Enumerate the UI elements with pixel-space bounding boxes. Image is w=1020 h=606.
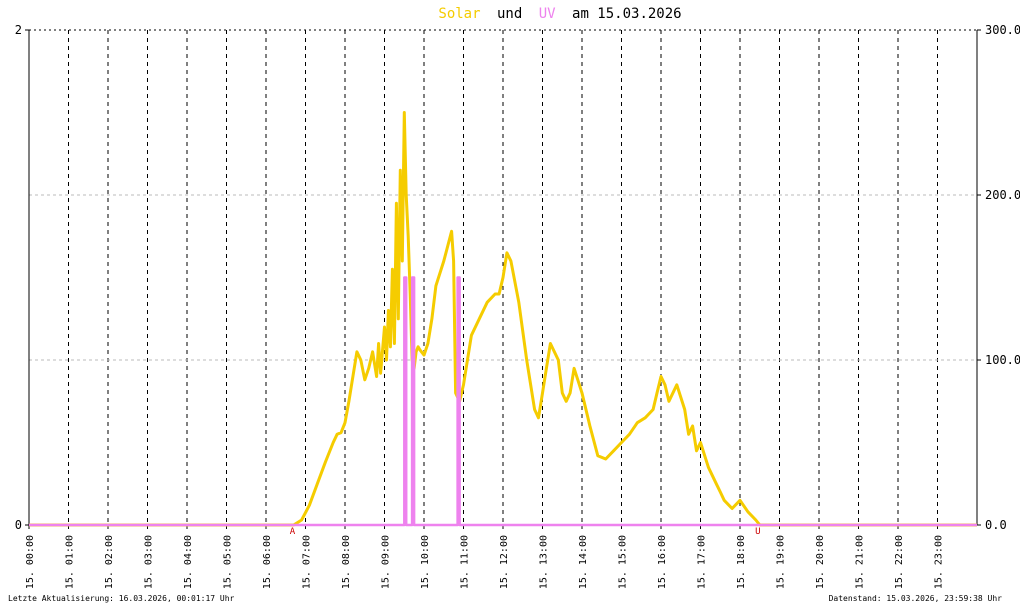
x-tick-label: 15. 23:00	[934, 535, 945, 589]
x-tick-label: 15. 01:00	[65, 535, 76, 589]
x-tick-label: 15. 04:00	[183, 535, 194, 589]
x-tick-label: 15. 13:00	[539, 535, 550, 589]
x-tick-label: 15. 12:00	[499, 535, 510, 589]
x-tick-label: 15. 19:00	[776, 535, 787, 589]
footer-last-update: Letzte Aktualisierung: 16.03.2026, 00:01…	[8, 594, 235, 603]
x-tick-label: 15. 06:00	[262, 535, 273, 589]
x-tick-label: 15. 05:00	[223, 535, 234, 589]
y-right-tick-label: 0.0	[985, 518, 1007, 532]
x-tick-label: 15. 15:00	[618, 535, 629, 589]
x-tick-label: 15. 16:00	[657, 535, 668, 589]
x-tick-label: 15. 17:00	[697, 535, 708, 589]
x-tick-label: 15. 20:00	[815, 535, 826, 589]
title-solar: Solar	[438, 6, 480, 22]
title-und: und	[497, 6, 522, 22]
x-tick-label: 15. 22:00	[894, 535, 905, 589]
marker-u: U	[755, 527, 760, 537]
y-right-tick-label: 100.0	[985, 353, 1020, 367]
y-right-tick-label: 200.0	[985, 188, 1020, 202]
y-right-tick-label: 300.0	[985, 23, 1020, 37]
footer-data-status: Datenstand: 15.03.2026, 23:59:38 Uhr	[828, 594, 1002, 603]
x-tick-label: 15. 09:00	[381, 535, 392, 589]
chart: Solar und UV am 15.03.2026 0 2 0.0 100.0 200…	[15, 6, 1020, 589]
x-tick-label: 15. 11:00	[460, 535, 471, 589]
chart-title: Solar und UV am 15.03.2026	[438, 6, 681, 22]
x-tick-label: 15. 14:00	[578, 535, 589, 589]
x-tick-label: 15. 00:00	[25, 535, 36, 589]
marker-a: A	[290, 527, 296, 537]
x-tick-label: 15. 18:00	[736, 535, 747, 589]
title-uv: UV	[539, 6, 556, 22]
x-tick-label: 15. 10:00	[420, 535, 431, 589]
labels: 0 2 0.0 100.0 200.0 300.0 15. 00:00 15. 01:00 15…	[15, 23, 1020, 589]
x-tick-label: 15. 07:00	[302, 535, 313, 589]
y-left-tick-label: 2	[15, 23, 22, 37]
x-tick-label: 15. 08:00	[341, 535, 352, 589]
title-date: am 15.03.2026	[572, 6, 682, 22]
x-tick-label: 15. 21:00	[855, 535, 866, 589]
x-tick-label: 15. 02:00	[104, 535, 115, 589]
y-left-tick-label: 0	[15, 518, 22, 532]
x-tick-label: 15. 03:00	[144, 535, 155, 589]
